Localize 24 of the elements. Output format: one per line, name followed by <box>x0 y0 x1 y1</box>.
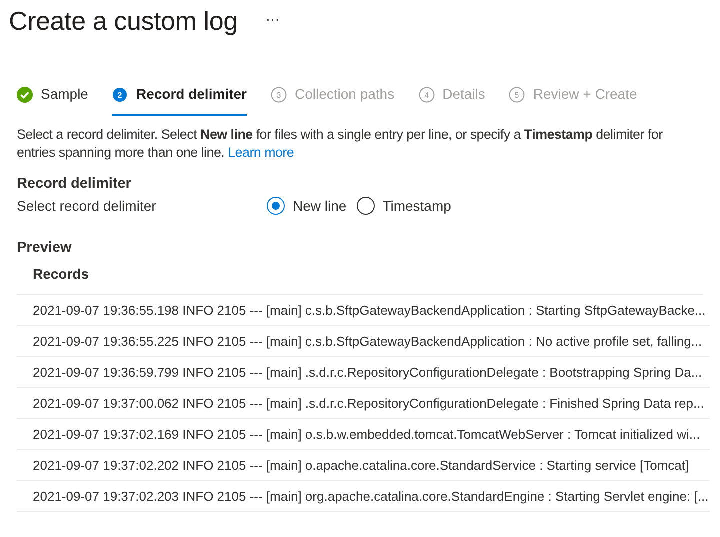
description-text: Select a record delimiter. Select New line for files with a single entry per line, or specify a Timestamp delimiter for entries spanning more than one line. Learn more <box>17 126 664 162</box>
radio-option[interactable]: Timestamp <box>356 197 452 215</box>
step-number-icon: 2 <box>112 87 128 103</box>
check-circle-icon <box>17 87 33 103</box>
field-label: Select record delimiter <box>17 198 158 214</box>
column-header: Records <box>17 256 703 295</box>
more-options-icon[interactable]: ··· <box>266 10 280 26</box>
learn-more-link[interactable]: Learn more <box>228 145 294 160</box>
record-row: 2021-09-07 19:36:55.225 INFO 2105 --- [main] c.s.b.SftpGatewayBackendApplication : No active profile set, falling... <box>17 326 710 357</box>
step-number-icon: 4 <box>418 87 435 103</box>
radio-option[interactable]: New line <box>267 197 347 215</box>
record-row: 2021-09-07 19:37:02.203 INFO 2105 --- [main] org.apache.catalina.core.StandardEngine : Starting Servlet engine: [... <box>17 481 710 512</box>
record-row: 2021-09-07 19:37:02.169 INFO 2105 --- [main] o.s.b.w.embedded.tomcat.TomcatWebServer : Tomcat initialized wi... <box>17 419 710 450</box>
record-row: 2021-09-07 19:36:59.799 INFO 2105 --- [main] .s.d.r.c.RepositoryConfigurationDelegate : Bootstrapping Spring Da... <box>17 357 710 388</box>
section-heading: Preview <box>17 240 73 256</box>
step-number-icon: 3 <box>270 87 287 103</box>
wizard-step-tab[interactable]: Sample <box>17 86 88 116</box>
wizard-step-tab[interactable]: 2 Record delimiter <box>112 86 247 116</box>
step-number-icon: 5 <box>509 87 526 103</box>
record-row: 2021-09-07 19:36:55.198 INFO 2105 --- [main] c.s.b.SftpGatewayBackendApplication : Starting SftpGatewayBacke... <box>17 295 710 326</box>
section-heading: Record delimiter <box>17 176 132 192</box>
record-row: 2021-09-07 19:37:02.202 INFO 2105 --- [main] o.apache.catalina.core.StandardService : Starting service [Tomcat] <box>17 450 710 481</box>
record-row: 2021-09-07 19:37:00.062 INFO 2105 --- [main] .s.d.r.c.RepositoryConfigurationDelegate : Finished Spring Data rep... <box>17 388 710 419</box>
page-title: Create a custom log <box>9 6 238 37</box>
